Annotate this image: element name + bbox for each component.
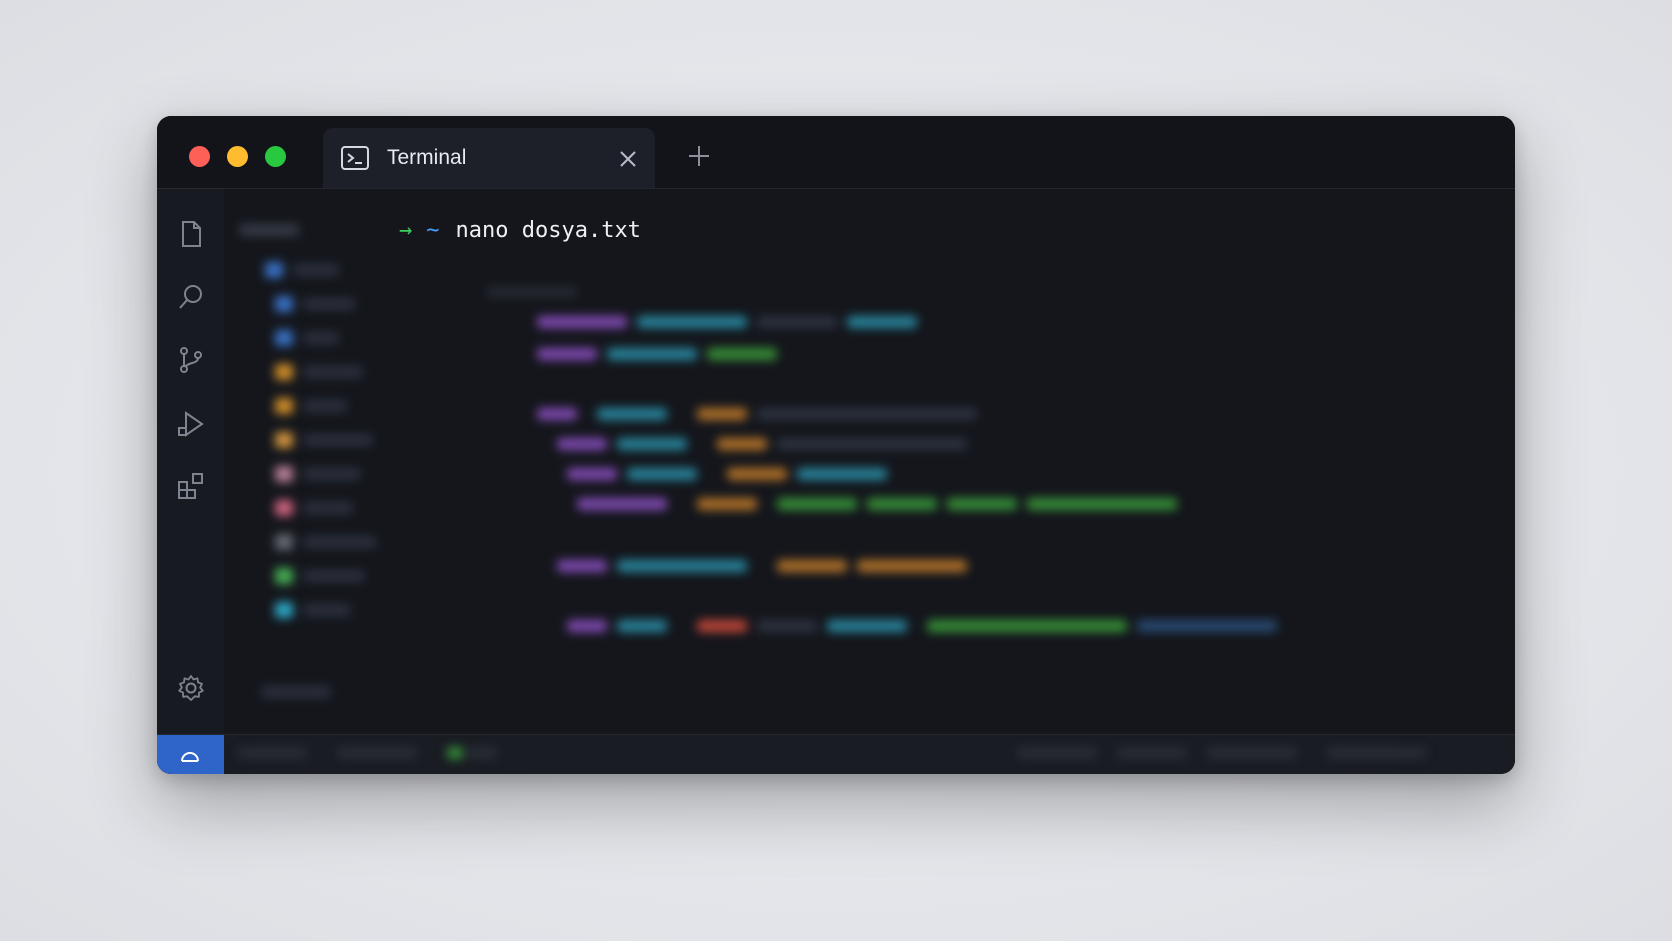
gear-icon[interactable] [176,673,206,703]
command-text: nano dosya.txt [455,217,641,243]
blurred-editor [487,286,1487,726]
blurred-status-items [237,739,1507,769]
source-control-icon[interactable] [176,345,206,375]
files-icon[interactable] [176,219,206,249]
close-window-button[interactable] [189,146,210,167]
terminal-prompt[interactable]: → ~ nano dosya.txt [399,214,641,246]
current-directory: ~ [426,217,440,243]
close-icon[interactable] [619,150,637,168]
minimize-window-button[interactable] [227,146,248,167]
maximize-window-button[interactable] [265,146,286,167]
status-bar [157,734,1515,774]
title-bar: Terminal [157,116,1515,189]
terminal-window: Terminal → ~ nano dosya.txt [157,116,1515,774]
remote-icon [181,752,199,762]
tab-label: Terminal [387,146,467,169]
prompt-arrow: → [399,217,413,243]
tab-terminal[interactable]: Terminal [323,128,655,188]
plus-icon[interactable] [687,144,711,168]
extensions-icon[interactable] [176,471,206,501]
activity-bar [157,189,224,735]
run-debug-icon[interactable] [176,409,206,439]
search-icon[interactable] [176,282,206,312]
terminal-icon [341,146,369,170]
remote-indicator[interactable] [157,735,224,774]
